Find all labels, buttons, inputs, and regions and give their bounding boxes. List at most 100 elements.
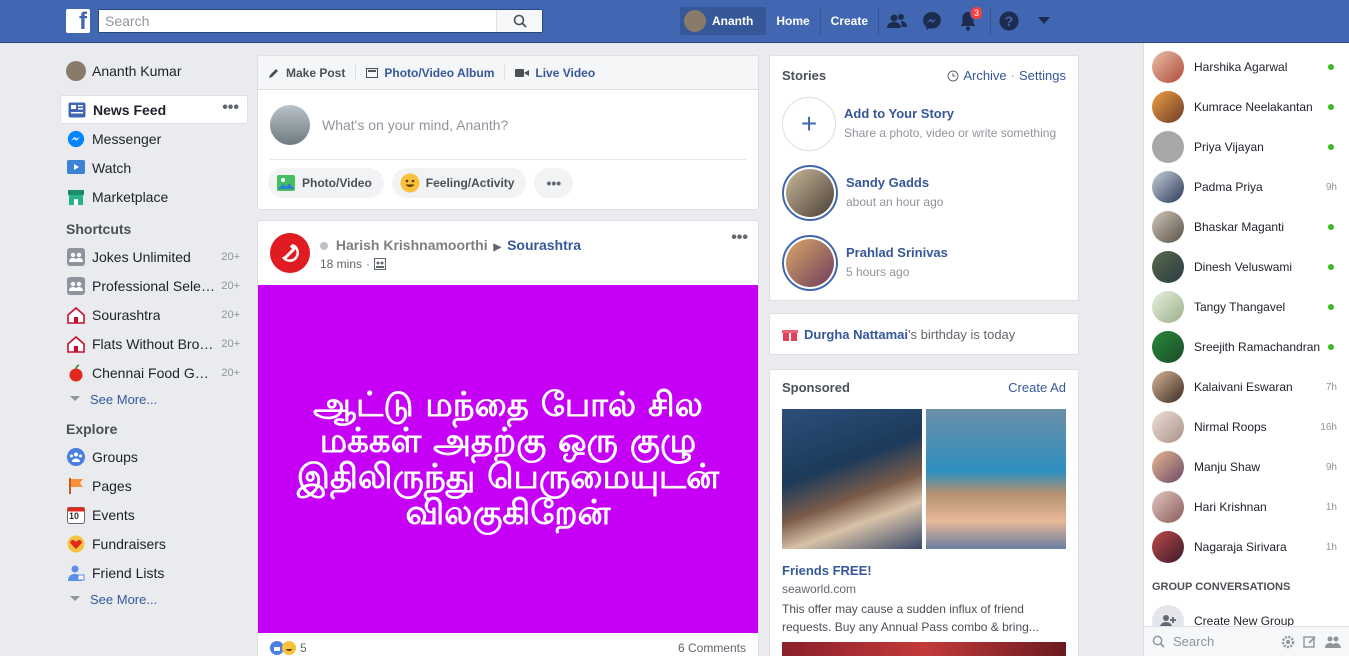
sidebar-item-friend-lists[interactable]: Friend Lists bbox=[60, 558, 248, 587]
notifications-button[interactable]: 3 bbox=[950, 6, 986, 35]
birthday-reminder[interactable]: Durgha Nattamai 's birthday is today bbox=[769, 313, 1079, 355]
story-subtitle: Share a photo, video or write something bbox=[844, 126, 1057, 140]
tab-make-post[interactable]: Make Post bbox=[266, 64, 357, 81]
settings-link[interactable]: Settings bbox=[1019, 68, 1066, 83]
sidebar-item-shortcut[interactable]: Jokes Unlimited 20+ bbox=[60, 242, 248, 271]
contact-name: Priya Vijayan bbox=[1194, 140, 1264, 154]
chat-contact[interactable]: Kalaivani Eswaran 7h bbox=[1144, 367, 1349, 407]
facebook-logo-icon[interactable]: f bbox=[66, 9, 90, 33]
avatar bbox=[1152, 131, 1184, 163]
chat-contact[interactable]: Padma Priya 9h bbox=[1144, 167, 1349, 207]
more-options-button[interactable]: ••• bbox=[534, 168, 574, 198]
avatar[interactable] bbox=[270, 233, 310, 273]
chat-contact[interactable]: Priya Vijayan bbox=[1144, 127, 1349, 167]
more-options-icon[interactable]: ••• bbox=[222, 99, 239, 117]
sidebar-item-profile[interactable]: Ananth Kumar bbox=[60, 56, 248, 85]
sidebar-item-events[interactable]: 10 Events bbox=[60, 500, 248, 529]
birthday-name[interactable]: Durgha Nattamai bbox=[804, 327, 908, 342]
last-active-time: 1h bbox=[1325, 541, 1337, 553]
composer-body[interactable]: What's on your mind, Ananth? bbox=[270, 90, 746, 160]
post-author[interactable]: Harish Krishnamoorthi bbox=[336, 237, 488, 253]
avatar bbox=[1152, 451, 1184, 483]
sidebar-item-fundraisers[interactable]: Fundraisers bbox=[60, 529, 248, 558]
sidebar-item-label: Ananth Kumar bbox=[92, 62, 182, 79]
chat-search-bar: Search bbox=[1144, 626, 1349, 656]
sidebar-item-shortcut[interactable]: Chennai Food Guide 20+ bbox=[60, 358, 248, 387]
create-link[interactable]: Create bbox=[819, 7, 878, 35]
chevron-down-icon bbox=[70, 396, 80, 401]
sidebar-item-watch[interactable]: Watch bbox=[60, 153, 248, 182]
meta-separator: · bbox=[366, 257, 371, 271]
left-sidebar: Ananth Kumar News Feed ••• Messenger Wat… bbox=[60, 56, 248, 611]
pencil-icon bbox=[268, 67, 280, 79]
sidebar-item-shortcut[interactable]: Sourashtra 20+ bbox=[60, 300, 248, 329]
chat-contact[interactable]: Dinesh Veluswami bbox=[1144, 247, 1349, 287]
add-to-story[interactable]: + Add to Your Story Share a photo, video… bbox=[782, 97, 1066, 151]
feeling-activity-label: Feeling/Activity bbox=[425, 176, 515, 190]
calendar-icon: 10 bbox=[66, 505, 86, 525]
chat-contact[interactable]: Tangy Thangavel bbox=[1144, 287, 1349, 327]
sidebar-item-shortcut[interactable]: Professional Selenium... 20+ bbox=[60, 271, 248, 300]
profile-link[interactable]: Ananth bbox=[680, 7, 766, 35]
comments-count[interactable]: 6 Comments bbox=[678, 641, 746, 655]
help-button[interactable]: ? bbox=[990, 7, 1026, 35]
sidebar-item-news-feed[interactable]: News Feed ••• bbox=[60, 95, 248, 124]
chat-contact[interactable]: Kumrace Neelakantan bbox=[1144, 87, 1349, 127]
friend-requests-button[interactable] bbox=[878, 7, 914, 35]
home-link[interactable]: Home bbox=[765, 7, 819, 35]
ad-site: seaworld.com bbox=[782, 582, 857, 596]
new-group-icon[interactable] bbox=[1325, 635, 1341, 649]
see-more-explore-link[interactable]: See More... bbox=[60, 587, 248, 611]
ad-image-next[interactable] bbox=[782, 642, 1066, 656]
ad-image-coaster[interactable] bbox=[782, 409, 922, 549]
see-more-shortcuts-link[interactable]: See More... bbox=[60, 387, 248, 411]
search-input[interactable] bbox=[99, 10, 496, 32]
feeling-activity-button[interactable]: Feeling/Activity bbox=[391, 168, 527, 198]
tab-live-video[interactable]: Live Video bbox=[505, 65, 605, 81]
chat-contact[interactable]: Manju Shaw 9h bbox=[1144, 447, 1349, 487]
sidebar-item-pages[interactable]: Pages bbox=[60, 471, 248, 500]
ad-image-sealion[interactable] bbox=[926, 409, 1066, 549]
chat-contact[interactable]: Sreejith Ramachandran bbox=[1144, 327, 1349, 367]
reactions-summary[interactable]: 5 bbox=[270, 641, 307, 655]
post-image[interactable]: ஆட்டு மந்தை போல் சில மக்கள் அதற்கு ஒரு க… bbox=[258, 285, 758, 633]
house-icon bbox=[66, 305, 86, 325]
ad-images[interactable] bbox=[782, 409, 1066, 549]
chat-search-input[interactable]: Search bbox=[1173, 634, 1281, 649]
photo-video-button[interactable]: Photo/Video bbox=[268, 168, 384, 198]
create-ad-link[interactable]: Create Ad bbox=[1008, 380, 1066, 395]
archive-link[interactable]: Archive bbox=[963, 68, 1006, 83]
sidebar-item-marketplace[interactable]: Marketplace bbox=[60, 182, 248, 211]
sidebar-item-label: Messenger bbox=[92, 130, 162, 147]
tab-photo-video-album[interactable]: Photo/Video Album bbox=[356, 64, 506, 81]
shortcuts-heading: Shortcuts bbox=[66, 221, 132, 237]
compose-icon[interactable] bbox=[1303, 635, 1317, 649]
gear-icon[interactable] bbox=[1281, 635, 1295, 649]
chat-contact[interactable]: Harshika Agarwal bbox=[1144, 47, 1349, 87]
chat-contact[interactable]: Nirmal Roops 16h bbox=[1144, 407, 1349, 447]
story-item[interactable]: Prahlad Srinivas 5 hours ago bbox=[782, 235, 1066, 291]
post-header: Harish Krishnamoorthi ▶ Sourashtra 18 mi… bbox=[258, 221, 758, 285]
post-options-icon[interactable]: ••• bbox=[731, 229, 748, 247]
story-title: Add to Your Story bbox=[844, 106, 955, 121]
avatar bbox=[1152, 531, 1184, 563]
sidebar-item-label: Groups bbox=[92, 448, 138, 465]
post-time[interactable]: 18 mins bbox=[320, 257, 362, 271]
search-button[interactable] bbox=[496, 10, 542, 32]
ad-title[interactable]: Friends FREE! bbox=[782, 563, 1066, 578]
story-item[interactable]: Sandy Gadds about an hour ago bbox=[782, 165, 1066, 221]
sidebar-item-messenger[interactable]: Messenger bbox=[60, 124, 248, 153]
sidebar-item-shortcut[interactable]: Flats Without Broker... 20+ bbox=[60, 329, 248, 358]
shortcut-count: 20+ bbox=[221, 279, 240, 292]
stories-panel: Stories Archive · Settings + Add to Your… bbox=[769, 55, 1079, 301]
post-group[interactable]: Sourashtra bbox=[507, 237, 581, 253]
chat-contact[interactable]: Nagaraja Sirivara 1h bbox=[1144, 527, 1349, 567]
chat-contact[interactable]: Hari Krishnan 1h bbox=[1144, 487, 1349, 527]
chat-contact[interactable]: Bhaskar Maganti bbox=[1144, 207, 1349, 247]
composer-placeholder[interactable]: What's on your mind, Ananth? bbox=[322, 117, 508, 133]
account-menu-button[interactable] bbox=[1026, 7, 1062, 35]
messenger-button[interactable] bbox=[914, 7, 950, 35]
sidebar-item-groups[interactable]: Groups bbox=[60, 442, 248, 471]
stories-header: Stories Archive · Settings bbox=[782, 68, 1066, 83]
post-author-block: Harish Krishnamoorthi ▶ Sourashtra 18 mi… bbox=[320, 233, 581, 285]
